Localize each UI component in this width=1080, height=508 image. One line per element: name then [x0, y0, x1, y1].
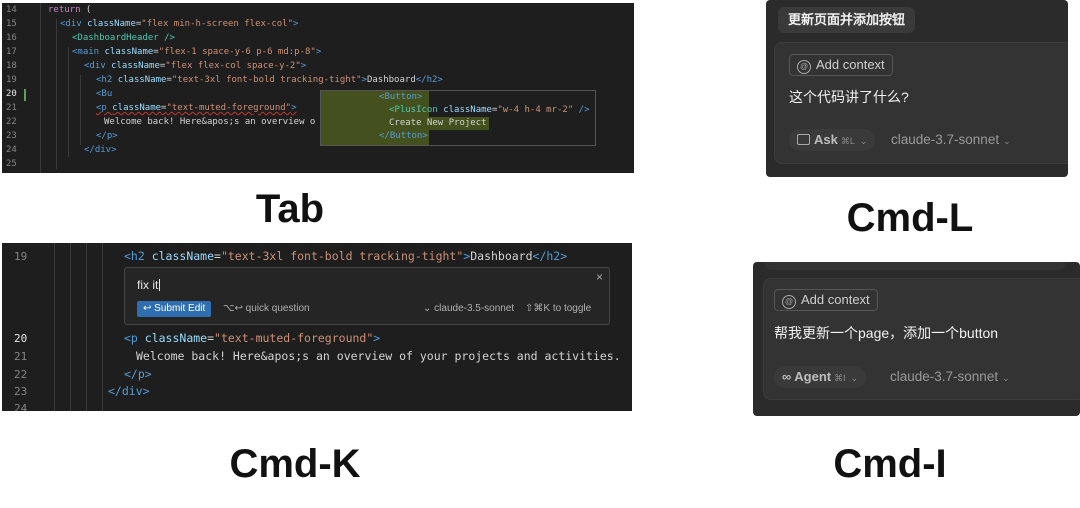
inline-edit-prompt[interactable]: fix it × ↩ Submit Edit ⌥↩ quick question…: [124, 267, 610, 325]
code-line[interactable]: <h2 className="text-3xl font-bold tracki…: [96, 75, 443, 85]
cmd-i-agent-panel: @ Add context 帮我更新一个page，添加一个button ∞ Agen…: [753, 262, 1080, 416]
line-number: 16: [6, 33, 17, 43]
suggestion-line: <Button>: [379, 92, 423, 102]
line-number: 24: [14, 402, 28, 411]
code-line[interactable]: </div>: [108, 384, 150, 398]
indent-guide: [70, 243, 71, 411]
line-number: 21: [14, 350, 28, 363]
modified-line-marker: [24, 89, 26, 101]
line-number: 19: [6, 75, 17, 85]
agent-input-card[interactable]: @ Add context 帮我更新一个page，添加一个button ∞ Agen…: [763, 278, 1080, 400]
previous-panel-edge: [765, 262, 1065, 270]
caption-tab: Tab: [255, 187, 325, 231]
code-line[interactable]: <h2 className="text-3xl font-bold tracki…: [124, 249, 567, 263]
suggestion-line: <PlusIcon className="w-4 h-4 mr-2" />: [389, 105, 590, 115]
chat-prompt-text[interactable]: 这个代码讲了什么?: [789, 87, 909, 107]
code-line[interactable]: <div className="flex flex-col space-y-2"…: [84, 61, 306, 71]
code-line[interactable]: </div>: [84, 145, 117, 155]
line-number: 19: [14, 250, 28, 263]
line-number: 22: [6, 117, 17, 127]
cmd-l-chat-panel: 更新页面并添加按钮 @ Add context 这个代码讲了什么? Ask ⌘L ⌄ …: [766, 0, 1068, 177]
caption-cmd-i: Cmd-I: [833, 442, 947, 486]
chevron-down-icon: ⌄: [850, 373, 859, 383]
tab-editor-panel: 14 15 16 17 18 19 20 21 22 23 24 25 retu…: [2, 3, 634, 173]
line-number: 18: [6, 61, 17, 71]
line-number: 17: [6, 47, 17, 57]
indent-guide: [68, 47, 69, 157]
infinity-icon: ∞: [782, 369, 792, 384]
code-line[interactable]: return (: [48, 5, 91, 15]
line-number: 21: [6, 103, 17, 113]
code-line[interactable]: <DashboardHeader />: [72, 33, 175, 43]
code-line[interactable]: <main className="flex-1 space-y-6 p-6 md…: [72, 47, 321, 57]
caption-cmd-l: Cmd-L: [846, 196, 974, 240]
suggestion-line: </Button>: [379, 131, 428, 141]
mode-selector-agent[interactable]: ∞ Agent ⌘I ⌄: [774, 366, 867, 388]
at-icon: @: [797, 60, 811, 74]
close-icon[interactable]: ×: [596, 270, 603, 284]
code-line[interactable]: <p className="text-muted-foreground">: [96, 103, 297, 113]
submit-edit-button[interactable]: ↩ Submit Edit: [137, 301, 212, 317]
indent-guide: [40, 3, 41, 173]
model-selector[interactable]: claude-3.7-sonnet ⌄: [891, 132, 1011, 147]
indent-guide: [86, 243, 87, 411]
indent-guide: [54, 243, 55, 411]
code-line[interactable]: </p>: [96, 131, 118, 141]
mode-selector-ask[interactable]: Ask ⌘L ⌄: [789, 129, 876, 151]
text-cursor: [159, 279, 161, 291]
toggle-shortcut-hint: ⇧⌘K to toggle: [525, 303, 592, 314]
model-selector[interactable]: claude-3.7-sonnet ⌄: [890, 369, 1010, 384]
line-number: 22: [14, 368, 28, 381]
chevron-down-icon: ⌄: [1002, 373, 1010, 383]
code-line[interactable]: <div className="flex min-h-screen flex-c…: [60, 19, 298, 29]
code-line[interactable]: Welcome back! Here&apos;s an overview o: [104, 117, 315, 127]
line-number: 14: [6, 5, 17, 15]
code-line[interactable]: </p>: [124, 367, 152, 381]
tab-completion-suggestion[interactable]: <Button> <PlusIcon className="w-4 h-4 mr…: [320, 90, 596, 146]
agent-prompt-text[interactable]: 帮我更新一个page，添加一个button: [774, 323, 998, 343]
code-line[interactable]: Welcome back! Here&apos;s an overview of…: [136, 349, 621, 363]
add-context-button[interactable]: @ Add context: [774, 289, 878, 311]
edit-instruction-input[interactable]: fix it: [137, 278, 161, 292]
line-number: 15: [6, 19, 17, 29]
indent-guide: [56, 19, 57, 169]
previous-message-chip[interactable]: 更新页面并添加按钮: [778, 7, 916, 33]
code-line[interactable]: <p className="text-muted-foreground">: [124, 331, 380, 345]
chevron-down-icon: ⌄: [859, 136, 868, 146]
line-number: 23: [14, 385, 28, 398]
line-number-active: 20: [6, 89, 17, 99]
caption-cmd-k: Cmd-K: [229, 442, 361, 486]
code-line-typing[interactable]: <Bu: [96, 89, 112, 99]
indent-guide: [80, 75, 81, 145]
indent-guide: [102, 243, 103, 411]
chevron-down-icon: ⌄: [1003, 136, 1011, 146]
suggestion-line: Create New Project: [389, 118, 487, 128]
line-number: 25: [6, 159, 17, 169]
quick-question-hint[interactable]: ⌥↩ quick question: [223, 303, 310, 314]
model-selector[interactable]: ⌄ claude-3.5-sonnet: [423, 303, 514, 314]
chat-bubble-icon: [797, 134, 810, 145]
line-number: 24: [6, 145, 17, 155]
chat-input-card[interactable]: @ Add context 这个代码讲了什么? Ask ⌘L ⌄ claude-3.7…: [774, 42, 1068, 164]
at-icon: @: [782, 295, 796, 309]
add-context-button[interactable]: @ Add context: [789, 54, 893, 76]
line-number-active: 20: [14, 332, 28, 345]
line-number: 23: [6, 131, 17, 141]
